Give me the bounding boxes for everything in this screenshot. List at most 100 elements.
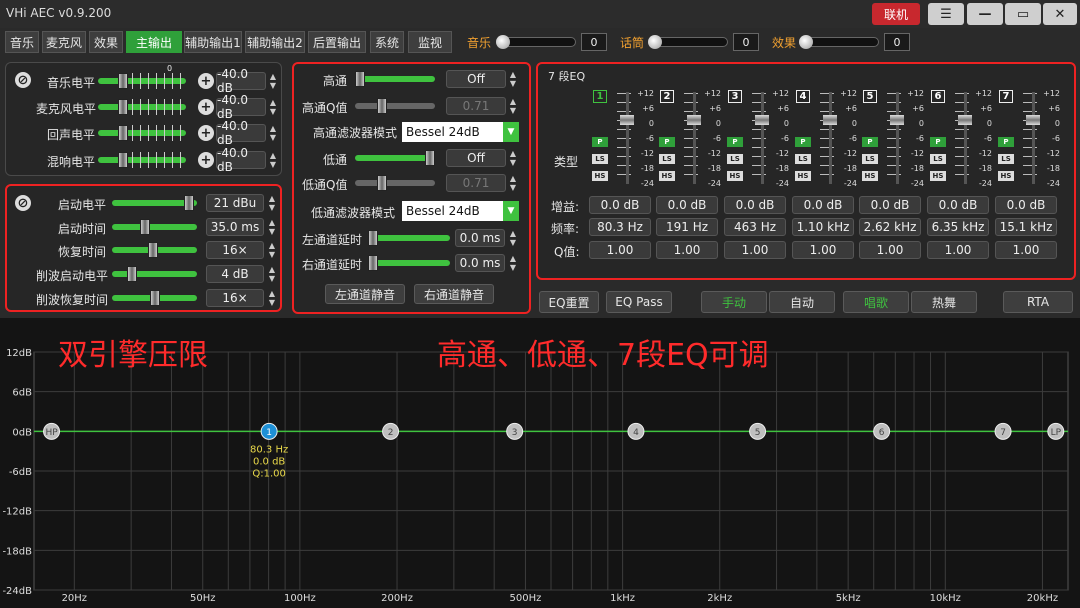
level-plus-icon-1[interactable]: +	[198, 99, 214, 115]
manual-button[interactable]: 手动	[701, 291, 767, 313]
limiter-value-0[interactable]: 21 dBu	[206, 194, 264, 212]
left-mute-button[interactable]: 左通道静音	[325, 284, 405, 304]
eq-node-label-1[interactable]: 1	[266, 428, 272, 438]
limiter-spinner-icon-2[interactable]: ▲ ▼	[267, 241, 277, 259]
hp-mode-dropdown-icon[interactable]: ▼	[503, 122, 519, 142]
eq-type-p-button-1[interactable]: P	[659, 137, 675, 147]
eq-q-value-0[interactable]: 1.00	[589, 241, 651, 259]
eq-q-value-5[interactable]: 1.00	[927, 241, 989, 259]
left-delay-value[interactable]: 0.0 ms	[455, 229, 505, 247]
level-handle-1[interactable]	[118, 99, 128, 115]
level-plus-icon-0[interactable]: +	[198, 73, 214, 89]
lowpass-value[interactable]: Off	[446, 149, 506, 167]
tab-4[interactable]: 辅助输出1	[184, 31, 242, 53]
eq-type-hs-button-0[interactable]: HS	[592, 171, 608, 181]
level-value-2[interactable]: -40.0 dB	[216, 119, 266, 147]
right-delay-handle[interactable]	[368, 255, 378, 271]
tab-3[interactable]: 主输出	[126, 31, 182, 53]
eq-type-ls-button-4[interactable]: LS	[862, 154, 878, 164]
eq-band-number-4[interactable]: 5	[863, 90, 877, 103]
level-handle-0[interactable]	[118, 73, 128, 89]
eq-type-p-button-5[interactable]: P	[930, 137, 946, 147]
rta-button[interactable]: RTA	[1003, 291, 1073, 313]
level-spinner-icon-0[interactable]: ▲ ▼	[268, 72, 278, 90]
eq-gain-handle-0[interactable]	[620, 115, 634, 125]
highpass-q-handle[interactable]	[377, 98, 387, 114]
limiter-value-1[interactable]: 35.0 ms	[206, 218, 264, 236]
lowpass-q-spinner-icon[interactable]: ▲ ▼	[508, 174, 518, 192]
limiter-spinner-icon-0[interactable]: ▲ ▼	[267, 194, 277, 212]
eq-gain-value-5[interactable]: 0.0 dB	[927, 196, 989, 214]
level-handle-2[interactable]	[118, 125, 128, 141]
limiter-handle-3[interactable]	[127, 266, 137, 282]
tab-1[interactable]: 麦克风	[42, 31, 86, 53]
effect-slider[interactable]	[799, 35, 879, 49]
limiter-spinner-icon-4[interactable]: ▲ ▼	[267, 289, 277, 307]
eq-type-p-button-4[interactable]: P	[862, 137, 878, 147]
eq-type-ls-button-6[interactable]: LS	[998, 154, 1014, 164]
eq-q-value-6[interactable]: 1.00	[995, 241, 1057, 259]
eq-pass-button[interactable]: EQ Pass	[606, 291, 672, 313]
tab-6[interactable]: 后置输出	[308, 31, 366, 53]
limiter-bar-1[interactable]	[112, 224, 197, 230]
eq-gain-value-1[interactable]: 0.0 dB	[656, 196, 718, 214]
eq-gain-handle-6[interactable]	[1026, 115, 1040, 125]
highpass-q-bar[interactable]	[355, 103, 435, 109]
eq-gain-track-5[interactable]	[964, 92, 967, 184]
mic-value[interactable]: 0	[733, 33, 759, 51]
level-value-1[interactable]: -40.0 dB	[216, 93, 266, 121]
lowpass-handle[interactable]	[425, 150, 435, 166]
eq-freq-value-0[interactable]: 80.3 Hz	[589, 218, 651, 236]
limiter-spinner-icon-3[interactable]: ▲ ▼	[267, 265, 277, 283]
eq-band-number-2[interactable]: 3	[728, 90, 742, 103]
lowpass-spinner-icon[interactable]: ▲ ▼	[508, 149, 518, 167]
eq-gain-handle-3[interactable]	[823, 115, 837, 125]
eq-type-ls-button-3[interactable]: LS	[795, 154, 811, 164]
right-mute-button[interactable]: 右通道静音	[414, 284, 494, 304]
lp-mode-select[interactable]: Bessel 24dB	[402, 201, 504, 221]
menu-icon[interactable]: ☰	[928, 3, 964, 25]
limiter-handle-0[interactable]	[184, 195, 194, 211]
eq-gain-value-2[interactable]: 0.0 dB	[724, 196, 786, 214]
eq-type-p-button-2[interactable]: P	[727, 137, 743, 147]
connect-button[interactable]: 联机	[872, 3, 920, 25]
eq-band-number-6[interactable]: 7	[999, 90, 1013, 103]
tab-0[interactable]: 音乐	[5, 31, 39, 53]
eq-type-ls-button-2[interactable]: LS	[727, 154, 743, 164]
mic-slider[interactable]	[648, 35, 728, 49]
eq-band-number-1[interactable]: 2	[660, 90, 674, 103]
eq-node-label-2[interactable]: 2	[388, 428, 394, 438]
eq-freq-value-5[interactable]: 6.35 kHz	[927, 218, 989, 236]
lp-mode-dropdown-icon[interactable]: ▼	[503, 201, 519, 221]
level-plus-icon-3[interactable]: +	[198, 152, 214, 168]
eq-node-label-6[interactable]: 6	[879, 428, 885, 438]
eq-q-value-3[interactable]: 1.00	[792, 241, 854, 259]
eq-gain-track-6[interactable]	[1032, 92, 1035, 184]
eq-type-hs-button-4[interactable]: HS	[862, 171, 878, 181]
eq-gain-handle-5[interactable]	[958, 115, 972, 125]
limiter-link-icon[interactable]: ⊘	[15, 195, 31, 211]
level-plus-icon-2[interactable]: +	[198, 125, 214, 141]
sing-button[interactable]: 唱歌	[843, 291, 909, 313]
music-value[interactable]: 0	[581, 33, 607, 51]
eq-freq-value-6[interactable]: 15.1 kHz	[995, 218, 1057, 236]
level-value-3[interactable]: -40.0 dB	[216, 146, 266, 174]
eq-type-ls-button-1[interactable]: LS	[659, 154, 675, 164]
limiter-handle-1[interactable]	[140, 219, 150, 235]
left-delay-bar[interactable]	[368, 235, 450, 241]
limiter-value-2[interactable]: 16×	[206, 241, 264, 259]
left-delay-handle[interactable]	[368, 230, 378, 246]
level-handle-3[interactable]	[118, 152, 128, 168]
right-delay-bar[interactable]	[368, 260, 450, 266]
eq-gain-handle-2[interactable]	[755, 115, 769, 125]
eq-type-p-button-3[interactable]: P	[795, 137, 811, 147]
eq-freq-value-3[interactable]: 1.10 kHz	[792, 218, 854, 236]
lowpass-q-value[interactable]: 0.71	[446, 174, 506, 192]
highpass-value[interactable]: Off	[446, 70, 506, 88]
level-spinner-icon-2[interactable]: ▲ ▼	[268, 124, 278, 142]
eq-freq-value-1[interactable]: 191 Hz	[656, 218, 718, 236]
eq-gain-track-3[interactable]	[829, 92, 832, 184]
eq-q-value-2[interactable]: 1.00	[724, 241, 786, 259]
dance-button[interactable]: 热舞	[911, 291, 977, 313]
eq-node-label-5[interactable]: 5	[755, 428, 761, 438]
